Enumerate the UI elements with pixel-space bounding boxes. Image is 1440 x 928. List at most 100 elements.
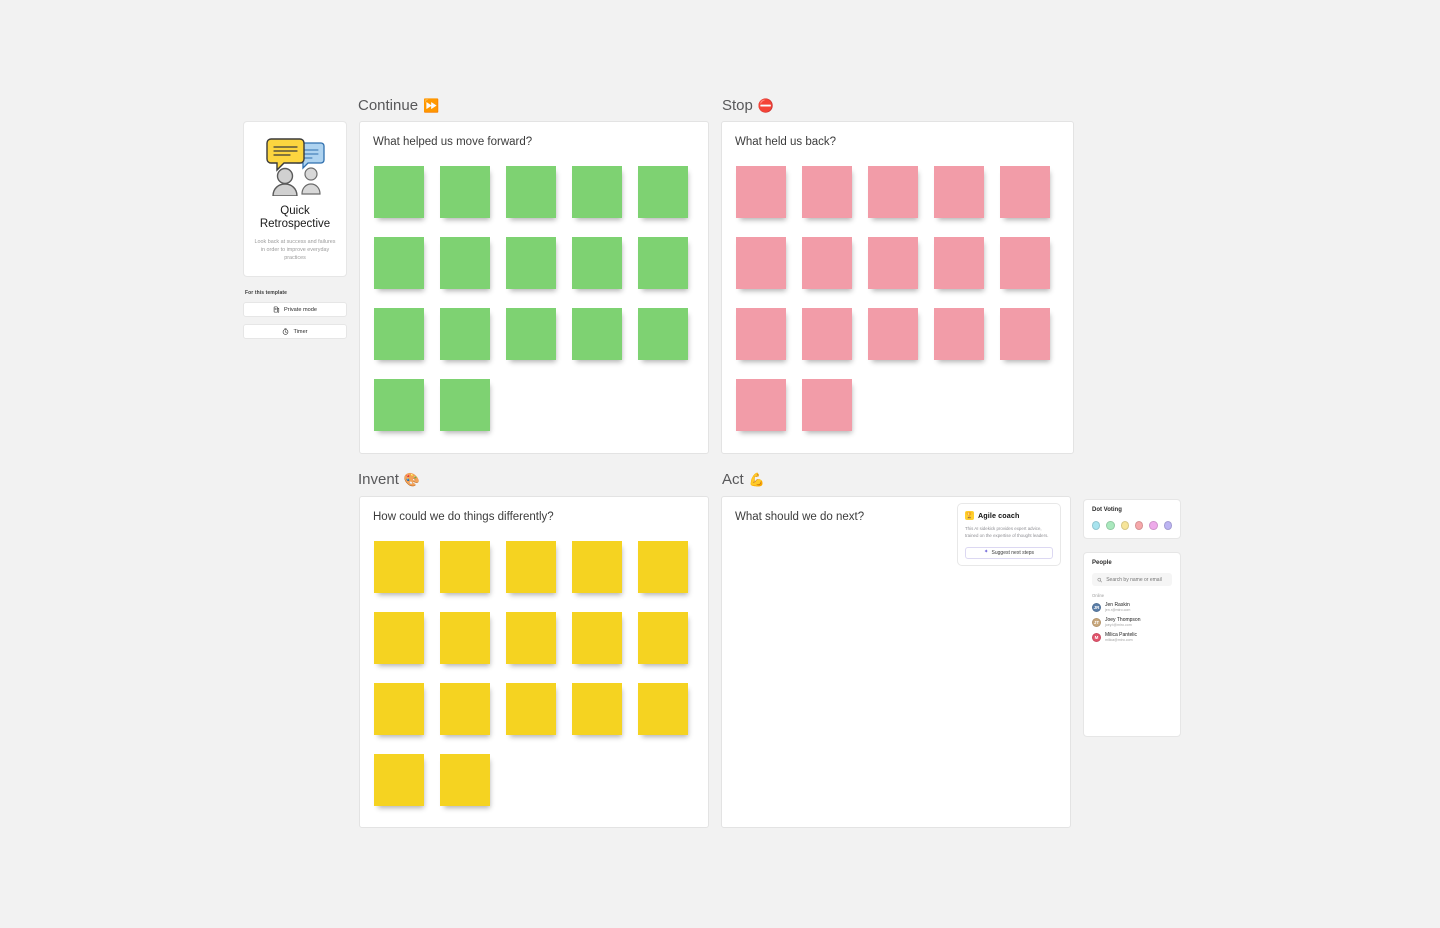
- dot-voting-swatch-2[interactable]: [1106, 521, 1115, 530]
- people-panel: People Online JR Jen Raskinjen.r@miro.com…: [1083, 552, 1181, 737]
- suggest-next-steps-button[interactable]: ✦ Suggest next steps: [965, 547, 1053, 559]
- sticky-note[interactable]: [802, 166, 852, 218]
- person-info: Jen Raskin jen.r@miro.com: [1105, 602, 1130, 613]
- sparkle-icon: ✦: [983, 549, 989, 556]
- template-title: Quick Retrospective: [259, 205, 331, 230]
- avatar: M: [1092, 633, 1101, 642]
- sticky-note[interactable]: [572, 308, 622, 360]
- sticky-note[interactable]: [736, 308, 786, 360]
- sticky-note[interactable]: [638, 541, 688, 593]
- suggest-next-steps-label: Suggest next steps: [991, 550, 1035, 556]
- people-search-input[interactable]: [1106, 576, 1167, 583]
- sticky-note[interactable]: [506, 237, 556, 289]
- sticky-note[interactable]: [374, 166, 424, 218]
- sticky-note[interactable]: [440, 541, 490, 593]
- sticky-note[interactable]: [374, 541, 424, 593]
- dot-voting-swatch-1[interactable]: [1092, 521, 1101, 530]
- column-title-invent: Invent: [358, 471, 399, 488]
- private-mode-button[interactable]: Private mode: [243, 302, 347, 317]
- sticky-note[interactable]: [506, 612, 556, 664]
- sticky-note[interactable]: [802, 379, 852, 431]
- template-info-card: Quick Retrospective Look back at success…: [243, 121, 347, 277]
- sticky-note[interactable]: [802, 237, 852, 289]
- sticky-note[interactable]: [572, 166, 622, 218]
- trophy-icon: 🏆: [965, 511, 974, 520]
- person-email: milica@miro.com: [1105, 638, 1133, 642]
- sticky-note[interactable]: [440, 166, 490, 218]
- sticky-note[interactable]: [374, 237, 424, 289]
- sticky-note[interactable]: [638, 237, 688, 289]
- search-icon: [1097, 577, 1102, 582]
- sticky-note[interactable]: [572, 612, 622, 664]
- sticky-note[interactable]: [440, 379, 490, 431]
- sticky-note[interactable]: [1000, 308, 1050, 360]
- sticky-note[interactable]: [374, 308, 424, 360]
- palette-icon: 🎨: [403, 472, 421, 487]
- dot-voting-swatch-5[interactable]: [1149, 521, 1158, 530]
- sticky-note[interactable]: [1000, 166, 1050, 218]
- sticky-note[interactable]: [374, 379, 424, 431]
- dot-voting-swatch-3[interactable]: [1120, 521, 1129, 530]
- sticky-note[interactable]: [868, 308, 918, 360]
- sticky-note[interactable]: [934, 166, 984, 218]
- sticky-note[interactable]: [638, 166, 688, 218]
- sticky-note[interactable]: [440, 754, 490, 806]
- agile-coach-card[interactable]: 🏆 Agile coach This AI sidekick provides …: [957, 503, 1061, 566]
- sticky-note[interactable]: [638, 683, 688, 735]
- sticky-note[interactable]: [736, 166, 786, 218]
- frame-invent[interactable]: How could we do things differently?: [359, 496, 709, 828]
- frame-question-continue: What helped us move forward?: [373, 136, 533, 148]
- sticky-note[interactable]: [374, 612, 424, 664]
- frame-question-act: What should we do next?: [735, 511, 865, 523]
- frame-stop[interactable]: What held us back?: [721, 121, 1074, 454]
- sticky-note[interactable]: [506, 166, 556, 218]
- sticky-note[interactable]: [374, 683, 424, 735]
- list-item[interactable]: M Milica Pantelic milica@miro.com: [1092, 632, 1172, 643]
- dot-voting-swatch-6[interactable]: [1163, 521, 1172, 530]
- online-label: Online: [1092, 593, 1105, 598]
- list-item[interactable]: JT Joey Thompson joey.t@miro.com: [1092, 617, 1172, 628]
- timer-icon: [283, 328, 289, 335]
- sticky-note[interactable]: [1000, 237, 1050, 289]
- sticky-note[interactable]: [572, 237, 622, 289]
- people-search-box[interactable]: [1092, 573, 1172, 586]
- dot-voting-swatch-4[interactable]: [1134, 521, 1144, 530]
- agile-coach-header: 🏆 Agile coach: [965, 511, 1053, 520]
- sticky-note[interactable]: [440, 683, 490, 735]
- frame-question-stop: What held us back?: [735, 136, 837, 148]
- sticky-note[interactable]: [506, 541, 556, 593]
- sticky-note[interactable]: [638, 612, 688, 664]
- list-item[interactable]: JR Jen Raskin jen.r@miro.com: [1092, 602, 1172, 613]
- board-canvas: Quick Retrospective Look back at success…: [0, 0, 1440, 928]
- sticky-note[interactable]: [506, 308, 556, 360]
- sticky-note[interactable]: [374, 754, 424, 806]
- person-email: joey.t@miro.com: [1105, 623, 1132, 627]
- sticky-note[interactable]: [572, 683, 622, 735]
- sticky-note[interactable]: [638, 308, 688, 360]
- people-title: People: [1092, 560, 1112, 566]
- sticky-note[interactable]: [506, 683, 556, 735]
- person-info: Joey Thompson joey.t@miro.com: [1105, 617, 1140, 628]
- sticky-note[interactable]: [572, 541, 622, 593]
- sticky-note[interactable]: [440, 612, 490, 664]
- sticky-note[interactable]: [736, 237, 786, 289]
- sticky-note[interactable]: [440, 237, 490, 289]
- sticky-note[interactable]: [934, 237, 984, 289]
- timer-button[interactable]: Timer: [243, 324, 347, 339]
- avatar: JR: [1092, 603, 1101, 612]
- sticky-note[interactable]: [440, 308, 490, 360]
- sticky-note[interactable]: [736, 379, 786, 431]
- timer-label: Timer: [293, 328, 308, 335]
- column-header-continue: Continue ⏩: [358, 97, 439, 114]
- dot-voting-title: Dot Voting: [1092, 507, 1122, 513]
- sticky-note[interactable]: [868, 166, 918, 218]
- sticky-note[interactable]: [868, 237, 918, 289]
- frame-question-invent: How could we do things differently?: [373, 511, 554, 523]
- dot-voting-colors: [1092, 521, 1172, 530]
- frame-continue[interactable]: What helped us move forward?: [359, 121, 709, 454]
- sticky-note[interactable]: [802, 308, 852, 360]
- template-description: Look back at success and failures in ord…: [254, 239, 336, 261]
- sticky-note[interactable]: [934, 308, 984, 360]
- flexed-biceps-icon: 💪: [748, 472, 765, 487]
- dot-voting-panel: Dot Voting: [1083, 499, 1181, 539]
